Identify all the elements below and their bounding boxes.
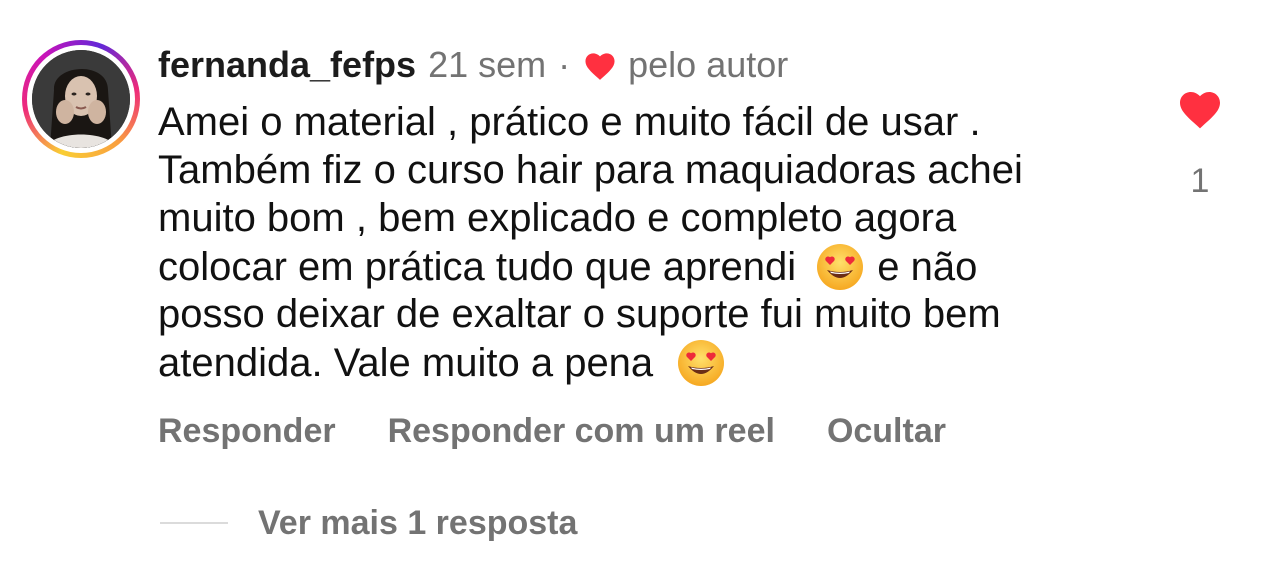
divider-line (160, 522, 228, 524)
heart-eyes-emoji-icon (817, 244, 864, 290)
separator-dot: · (558, 44, 571, 85)
avatar[interactable] (32, 50, 130, 148)
view-more-replies[interactable]: Ver mais 1 resposta (160, 500, 577, 546)
comment-header: fernanda_fefps 21 sem · pelo autor (158, 42, 788, 88)
like-count[interactable]: 1 (1150, 162, 1250, 201)
avatar-photo (32, 50, 130, 148)
hide-button[interactable]: Ocultar (827, 412, 946, 451)
reply-button[interactable]: Responder (158, 412, 336, 451)
comment-line: Também fiz o curso hair para maquiadoras… (158, 148, 1023, 192)
avatar-border (27, 45, 135, 153)
comment-line-with-emoji: atendida. Vale muito a pena (158, 338, 1118, 386)
liked-by-author-label: pelo autor (628, 44, 789, 85)
avatar-story-ring[interactable] (22, 40, 140, 158)
heart-icon (585, 53, 615, 80)
comment-body: Amei o material , prático e muito fácil … (158, 98, 1118, 386)
comment-line: posso deixar de exaltar o suporte fui mu… (158, 292, 1001, 336)
comment-text-segment: colocar em prática tudo que aprendi (158, 245, 797, 289)
comment-line: muito bom , bem explicado e completo ago… (158, 196, 957, 240)
reply-with-reel-button[interactable]: Responder com um reel (388, 412, 775, 451)
username[interactable]: fernanda_fefps (158, 44, 416, 86)
comment-text-segment: e não (877, 245, 978, 289)
view-more-replies-label[interactable]: Ver mais 1 resposta (258, 504, 577, 543)
comment-actions: Responder Responder com um reel Ocultar (158, 408, 998, 454)
heart-eyes-emoji-icon (678, 340, 725, 386)
comment-line: Amei o material , prático e muito fácil … (158, 100, 981, 144)
comment-line-with-emoji: colocar em prática tudo que aprendi e nã… (158, 242, 1118, 290)
like-heart-icon[interactable] (1176, 86, 1224, 130)
time-ago: 21 sem (428, 44, 547, 85)
comment-text-segment: atendida. Vale muito a pena (158, 341, 654, 385)
